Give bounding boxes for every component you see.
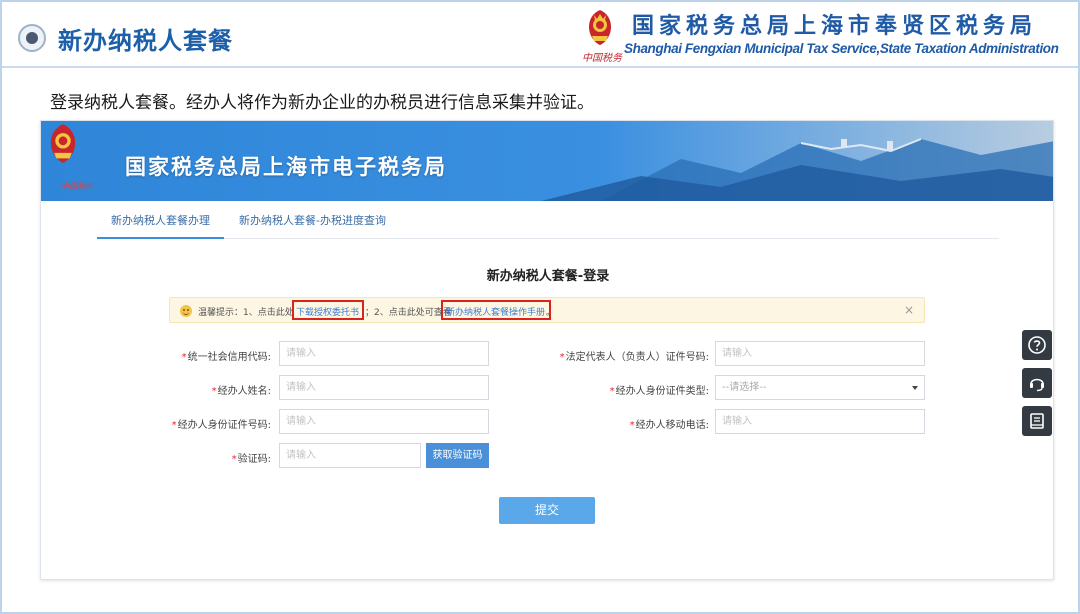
agent-mobile-label: *经办人移动电话:: [629, 420, 709, 431]
close-icon[interactable]: ×: [904, 303, 914, 317]
form-title: 新办纳税人套餐-登录: [486, 269, 610, 284]
slide-title: 新办纳税人套餐: [58, 27, 233, 55]
legal-rep-id-label: *法定代表人（负责人）证件号码:: [559, 352, 709, 363]
agent-id-number-input[interactable]: [279, 409, 489, 434]
submit-button[interactable]: 提交: [499, 497, 595, 524]
credit-code-label: *统一社会信用代码:: [181, 352, 271, 363]
org-name-en: Shanghai Fengxian Municipal Tax Service,…: [624, 41, 1059, 56]
slide-header: 新办纳税人套餐 中国税务 国家税务总局上海市奉贤区税务局 Shanghai Fe…: [2, 2, 1078, 68]
notice-middle: ；2、点击此处可查看: [365, 308, 452, 318]
agent-name-label: *经办人姓名:: [211, 386, 271, 397]
org-name-cn: 国家税务总局上海市奉贤区税务局: [632, 14, 1038, 39]
headset-icon: [1030, 378, 1044, 392]
intro-text: 登录纳税人套餐。经办人将作为新办企业的办税员进行信息采集并验证。: [50, 93, 594, 113]
portal-banner: 中国税务 国家税务总局上海市电子税务局: [41, 121, 1053, 201]
agent-id-type-value: --请选择--: [722, 382, 767, 393]
agent-id-number-label: *经办人身份证件号码:: [171, 420, 271, 431]
portal-brand-slogan: 中国税务: [61, 182, 93, 191]
agent-mobile-input[interactable]: [715, 409, 925, 434]
highlight-box: [292, 300, 364, 320]
smile-icon: [180, 305, 192, 317]
portal-emblem-icon: [50, 124, 76, 163]
legal-rep-id-input[interactable]: [715, 341, 925, 366]
agent-id-type-label: *经办人身份证件类型:: [609, 386, 709, 397]
tab-progress-query[interactable]: 新办纳税人套餐-办税进度查询: [225, 207, 400, 239]
tab-package-apply[interactable]: 新办纳税人套餐办理: [97, 207, 224, 239]
chevron-down-icon: [912, 386, 918, 390]
portal-title: 国家税务总局上海市电子税务局: [125, 155, 447, 179]
customer-service-button[interactable]: [1022, 368, 1052, 398]
bullet-icon: [18, 24, 46, 52]
help-icon: [1028, 336, 1046, 354]
portal-screenshot: 中国税务 国家税务总局上海市电子税务局 新办纳税人套餐办理 新办纳税人套餐-办税…: [40, 120, 1054, 580]
verify-code-input[interactable]: [279, 443, 421, 468]
agent-id-type-select[interactable]: --请选择--: [715, 375, 925, 400]
help-button[interactable]: [1022, 330, 1052, 360]
brand-slogan: 中国税务: [582, 53, 622, 64]
manual-button[interactable]: [1022, 406, 1052, 436]
notice-banner: 温馨提示：1、点击此处 下载授权委托书 ；2、点击此处可查看 新办纳税人套餐操作…: [169, 297, 925, 323]
credit-code-input[interactable]: [279, 341, 489, 366]
slide: 新办纳税人套餐 中国税务 国家税务总局上海市奉贤区税务局 Shanghai Fe…: [0, 0, 1080, 614]
manual-icon: [1030, 413, 1044, 429]
notice-prefix: 温馨提示：1、点击此处: [198, 308, 294, 318]
get-verify-code-button[interactable]: 获取验证码: [426, 443, 489, 468]
tax-emblem-icon: [589, 10, 611, 45]
highlight-box: [441, 300, 551, 320]
verify-code-label: *验证码:: [231, 454, 271, 465]
agent-name-input[interactable]: [279, 375, 489, 400]
tab-bar: 新办纳税人套餐办理 新办纳税人套餐-办税进度查询: [97, 207, 999, 239]
